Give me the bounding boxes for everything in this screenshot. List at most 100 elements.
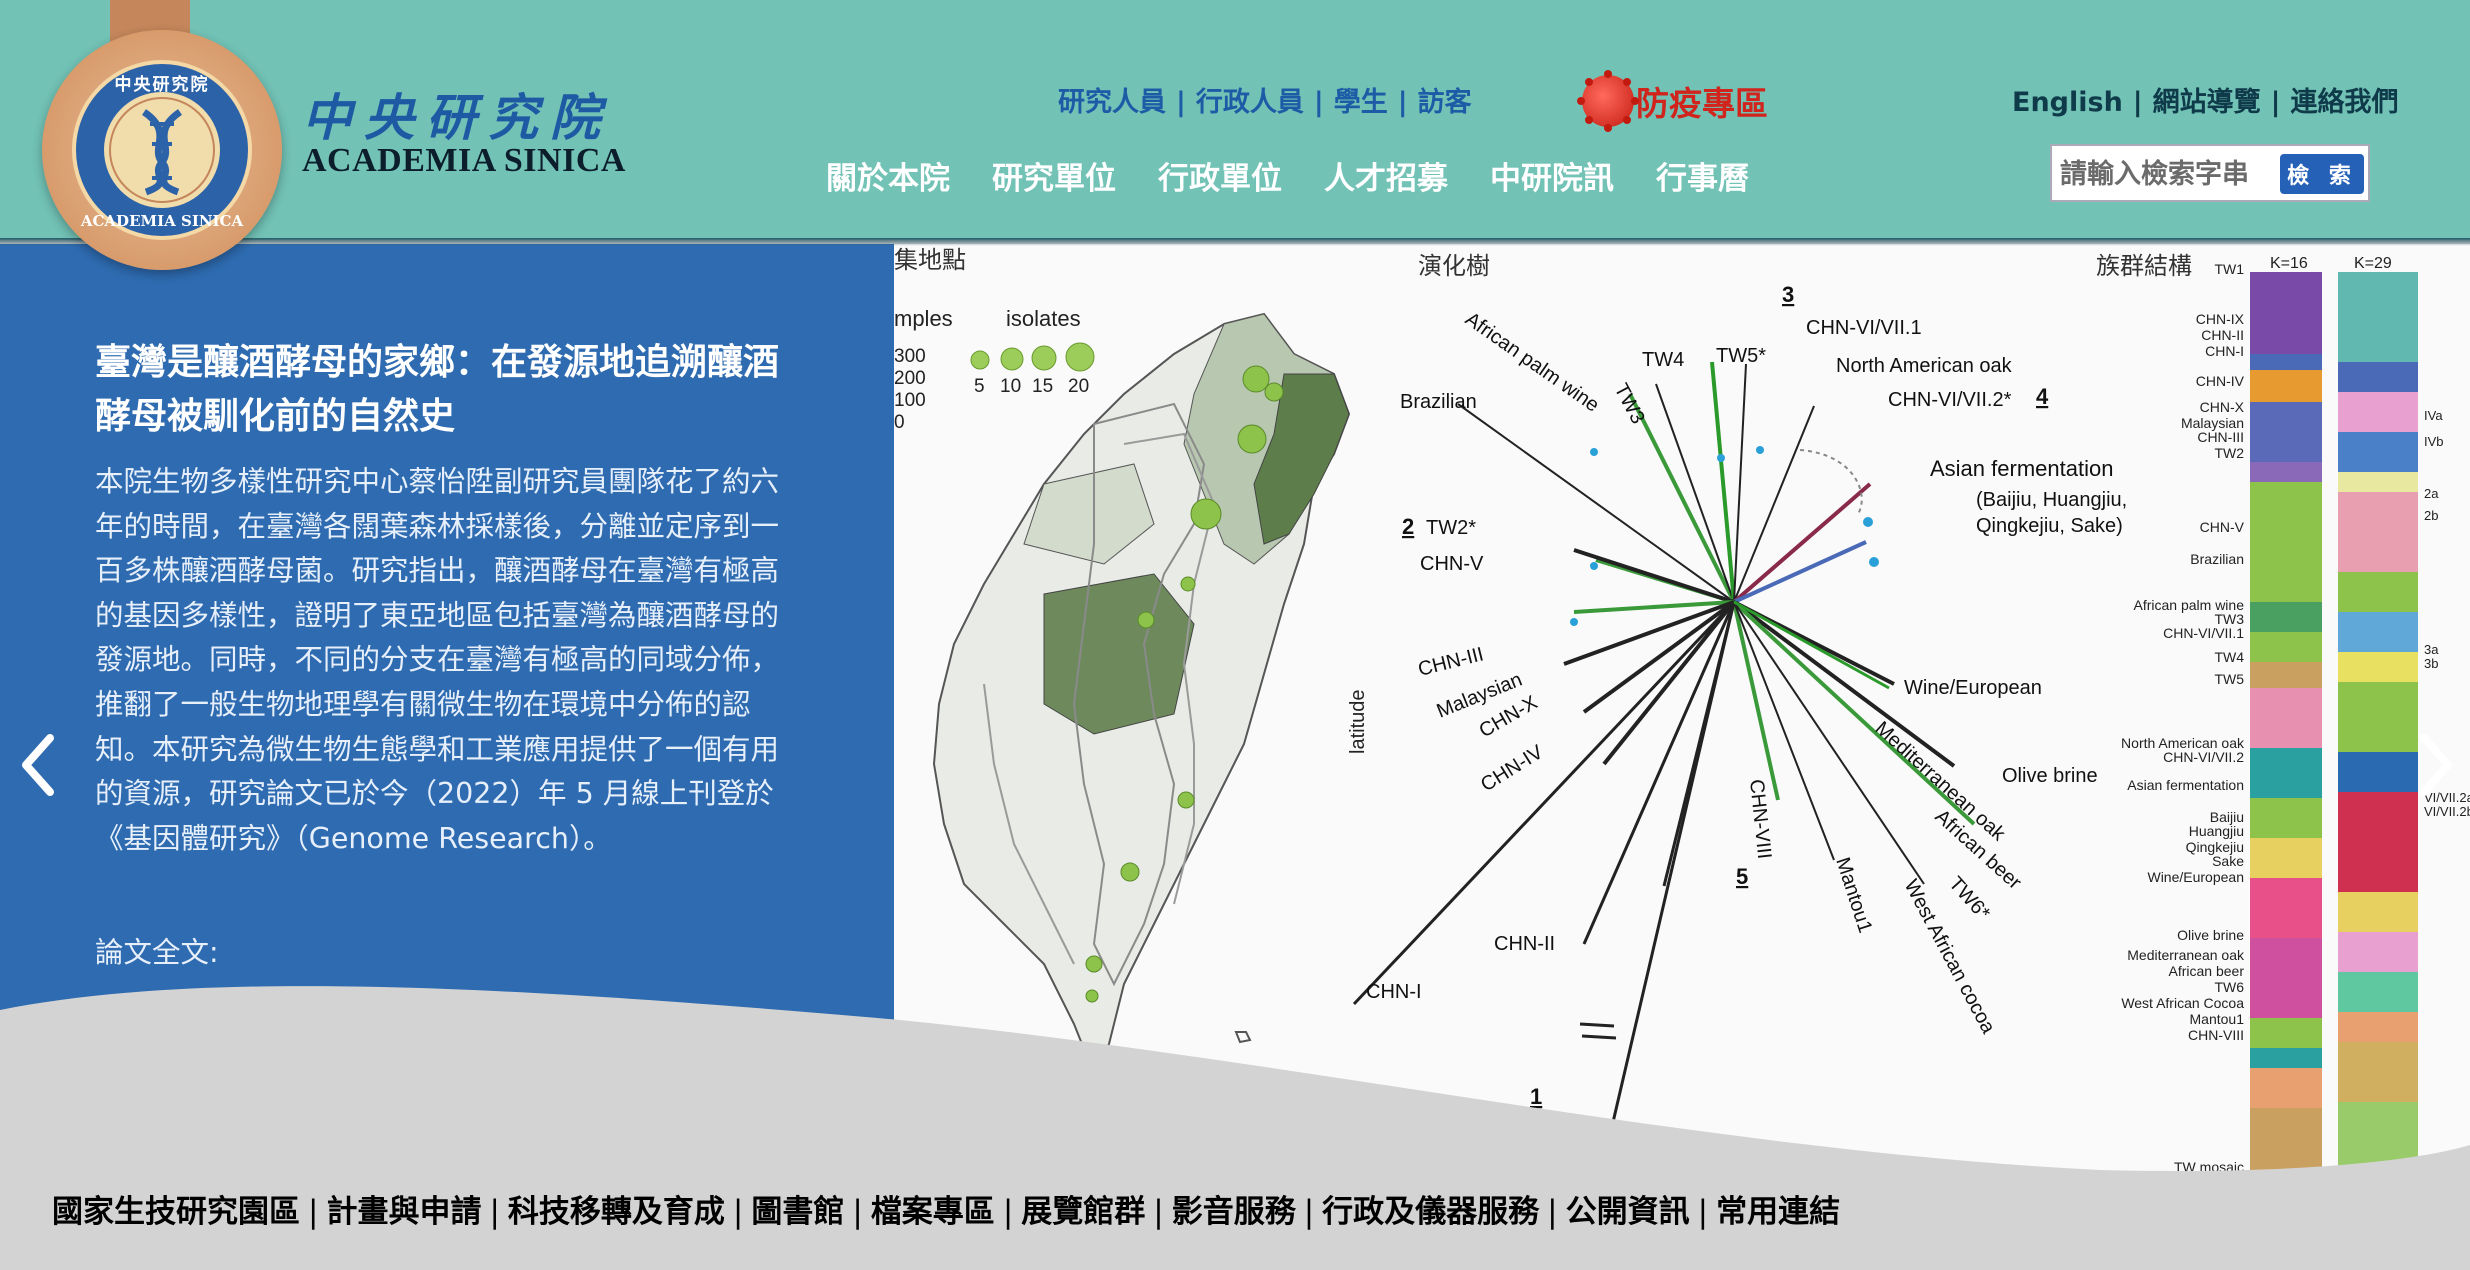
structure-sublabel: 2a [2424, 486, 2439, 501]
search-box: 檢 索 [2050, 144, 2370, 202]
structure-label: TW5 [2214, 671, 2244, 687]
featured-figure: 集地點 mples isolates 300 200 100 0 5 10 15… [894, 244, 2470, 1204]
search-button[interactable]: 檢 索 [2280, 154, 2364, 194]
legend-isolates-label: isolates [1006, 306, 1081, 331]
pandemic-zone-link[interactable]: 防疫專區 [1577, 70, 1768, 132]
legend-samples-tick: 100 [894, 390, 926, 411]
main-nav-research-units[interactable]: 研究單位 [992, 153, 1116, 198]
sample-site-circle [1085, 989, 1099, 1003]
main-nav-careers[interactable]: 人才招募 [1324, 153, 1448, 198]
academia-sinica-logo[interactable]: 中央研究院 ACADEMIA SINICA [42, 30, 282, 270]
article-title[interactable]: 臺灣是釀酒酵母的家鄉：在發源地追溯釀酒酵母被馴化前的自然史 [95, 336, 795, 444]
legend-isolate-circle [1031, 345, 1057, 371]
logo-ring-text-bottom: ACADEMIA SINICA [80, 212, 244, 230]
chevron-right-icon[interactable] [2410, 730, 2460, 800]
structure-label: Olive brine [2177, 927, 2244, 943]
tree-label: CHN-III [1416, 643, 1486, 680]
sample-site-circle [1120, 862, 1140, 882]
tree-label: CHN-V [1420, 553, 1484, 575]
latitude-axis-label: latitude [1347, 690, 1369, 755]
structure-sublabel: IVb [2424, 434, 2444, 449]
footer-link[interactable]: 行政及儀器服務 [1322, 1194, 1539, 1230]
separator: | [1313, 87, 1324, 118]
phylogenetic-tree [1352, 361, 1976, 1204]
utility-link-sitemap[interactable]: 網站導覽 [2153, 87, 2261, 118]
footer-link[interactable]: 國家生技研究園區 [52, 1194, 300, 1230]
clade-number-label: 4 [2036, 384, 2049, 409]
footer-link[interactable]: 計畫與申請 [326, 1194, 481, 1230]
audience-link-students[interactable]: 學生 [1334, 80, 1388, 119]
brand-name-en[interactable]: ACADEMIA SINICA [302, 142, 626, 180]
pandemic-zone-label: 防疫專區 [1636, 84, 1768, 123]
utility-link-contact[interactable]: 連絡我們 [2291, 87, 2399, 118]
sample-site-circle [1264, 382, 1284, 402]
legend-isolate-circle [970, 350, 990, 370]
tree-label: Asian fermentation [1930, 456, 2113, 481]
footer-link[interactable]: 圖書館 [751, 1194, 844, 1230]
search-input[interactable] [2060, 154, 2282, 194]
sample-site-circle [1242, 365, 1270, 393]
brand-name-zh[interactable]: 中央研究院 [302, 78, 612, 150]
clade-number-label: 1 [1530, 1084, 1542, 1109]
structure-label: Mediterranean oak [2127, 947, 2245, 963]
structure-sublabel: 3b [2424, 656, 2438, 671]
legend-samples-tick: 200 [894, 368, 926, 389]
chevron-left-icon[interactable] [14, 730, 64, 800]
sample-site-circle [1085, 955, 1103, 973]
tree-label: Brazilian [1400, 391, 1477, 413]
structure-label: West African Cocoa [2121, 995, 2244, 1011]
structure-label: TW6 [2214, 979, 2244, 995]
footer-link[interactable]: 公開資訊 [1566, 1194, 1690, 1230]
tree-label: CHN-VI/VII.2* [1888, 389, 2012, 411]
structure-label: Huangjiu [2189, 823, 2244, 839]
separator: | [1153, 1194, 1164, 1230]
utility-link-english[interactable]: English [2012, 87, 2123, 118]
separator: | [732, 1194, 744, 1230]
footer-link[interactable]: 常用連結 [1716, 1194, 1840, 1230]
footer-link[interactable]: 科技移轉及育成 [508, 1194, 725, 1230]
separator: | [1002, 1194, 1014, 1230]
article-fulltext-link[interactable]: 論文全文: [95, 930, 219, 971]
sample-site-circle [1137, 611, 1155, 629]
structure-sublabel: 2b [2424, 508, 2438, 523]
sample-site-circle [1237, 424, 1267, 454]
audience-link-researchers[interactable]: 研究人員 [1058, 80, 1166, 119]
virus-icon [1577, 70, 1639, 132]
structure-label: Brazilian [2190, 551, 2244, 567]
tree-label: Olive brine [2002, 765, 2098, 787]
audience-link-staff[interactable]: 行政人員 [1196, 80, 1304, 119]
main-nav: 關於本院 研究單位 行政單位 人才招募 中研院訊 行事曆 [826, 153, 1791, 198]
footer-link[interactable]: 檔案專區 [871, 1194, 995, 1230]
tree-label: Mantou1 [1831, 855, 1876, 936]
main-nav-admin-units[interactable]: 行政單位 [1158, 153, 1282, 198]
separator: | [2132, 87, 2143, 118]
structure-sublabel: VI/VII.2b [2424, 804, 2470, 819]
legend-isolate-tick: 20 [1068, 376, 1089, 397]
structure-label: TW4 [2214, 649, 2244, 665]
utility-nav: English | 網站導覽 | 連絡我們 [2012, 80, 2399, 119]
tree-label: Wine/European [1904, 677, 2042, 699]
structure-label: CHN-I [2205, 343, 2244, 359]
map-title: 集地點 [894, 247, 966, 274]
structure-label: African beer [2169, 963, 2245, 979]
footer-link[interactable]: 展覽館群 [1021, 1194, 1145, 1230]
separator: | [308, 1194, 319, 1230]
tree-label: TW6* [1944, 873, 1994, 925]
tree-label: CHN-VI/VII.1 [1806, 317, 1922, 339]
audience-nav: 研究人員 | 行政人員 | 學生 | 訪客 [1058, 80, 1472, 119]
structure-label: Sake [2212, 853, 2244, 869]
logo-emblem: 中央研究院 ACADEMIA SINICA [72, 60, 252, 240]
audience-link-visitors[interactable]: 訪客 [1418, 80, 1472, 119]
structure-label: CHN-IV [2196, 373, 2245, 389]
sample-site-circle [1190, 498, 1222, 530]
separator: | [1547, 1194, 1558, 1230]
main-nav-newsletter[interactable]: 中研院訊 [1490, 153, 1614, 198]
structure-label: TW1 [2214, 261, 2244, 277]
main-nav-calendar[interactable]: 行事曆 [1656, 153, 1749, 198]
main-nav-about[interactable]: 關於本院 [826, 153, 950, 198]
legend-isolate-tick: 10 [1000, 376, 1021, 397]
clade-number-label: 3 [1782, 282, 1794, 307]
featured-article-panel: 臺灣是釀酒酵母的家鄉：在發源地追溯釀酒酵母被馴化前的自然史 本院生物多樣性研究中… [0, 244, 894, 1064]
footer-link[interactable]: 影音服務 [1172, 1194, 1296, 1230]
sample-site-circle [1177, 791, 1195, 809]
